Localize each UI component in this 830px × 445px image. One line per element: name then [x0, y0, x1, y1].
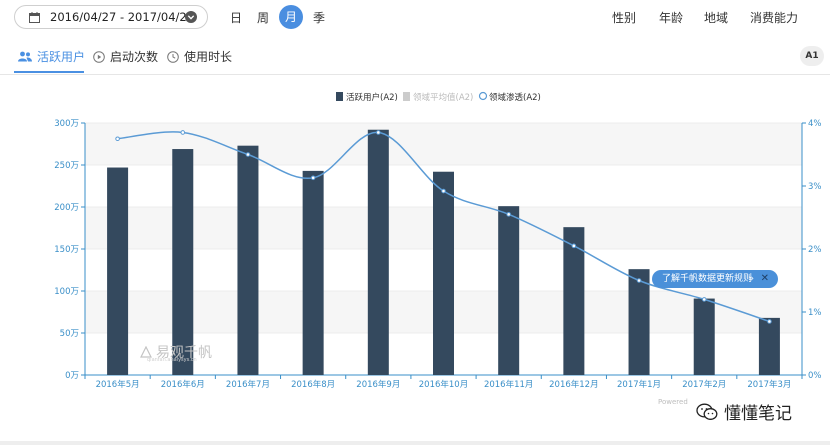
- bar-series: [107, 129, 780, 375]
- x-axis-labels: 2016年5月 2016年6月 2016年7月 2016年8月 2016年9月 2016年…: [96, 379, 792, 390]
- penetration-point-2017年2月: [701, 297, 707, 302]
- brand-watermark: 懂懂笔记: [696, 399, 792, 424]
- legend-swatch-domain-average: [403, 92, 410, 101]
- tooltip-expand-icon[interactable]: »: [748, 270, 754, 288]
- y-right-tick-label: 3%: [808, 182, 822, 192]
- penetration-point-2016年12月: [571, 243, 577, 249]
- wechat-icon: [696, 403, 718, 421]
- x-tick-label: 2016年9月: [356, 379, 400, 390]
- y-left-tick-label: 300万: [54, 119, 79, 129]
- x-tick-label: 2016年12月: [549, 379, 598, 390]
- y-left-tick-label: 50万: [60, 329, 79, 339]
- y-left-tick-label: 200万: [54, 203, 79, 213]
- legend-swatch-domain-penetration: [478, 91, 488, 101]
- watermark-url: qianfan.analysys.cn: [147, 357, 197, 363]
- y-left-tick-label: 0万: [65, 371, 79, 381]
- penetration-point-2016年9月: [376, 130, 381, 135]
- x-tick-label: 2016年10月: [419, 379, 468, 390]
- y-left-tick-label: 250万: [54, 161, 79, 171]
- penetration-point-2016年6月: [180, 130, 186, 135]
- tooltip-close-icon[interactable]: ✕: [761, 270, 769, 288]
- x-tick-label: 2016年11月: [484, 379, 533, 390]
- x-tick-label: 2017年2月: [682, 379, 726, 390]
- legend-label-domain-penetration: 领域渗透(A2): [489, 92, 541, 103]
- legend-swatch-active-users: [336, 92, 343, 101]
- bar-2016年10月: [433, 171, 454, 375]
- x-tick-label: 2016年6月: [161, 379, 205, 390]
- bar-2016年7月: [237, 145, 259, 375]
- x-tick-label: 2017年3月: [747, 379, 791, 390]
- bar-2017年2月: [693, 298, 715, 375]
- penetration-point-2016年10月: [441, 188, 446, 194]
- bar-2016年5月: [107, 167, 129, 375]
- penetration-point-2016年8月: [310, 175, 316, 181]
- bar-2016年9月: [367, 129, 389, 375]
- x-tick-label: 2017年1月: [617, 379, 661, 390]
- penetration-point-2016年11月: [506, 212, 511, 217]
- legend-label-domain-average: 领域平均值(A2): [413, 92, 473, 103]
- y-left-tick-label: 100万: [54, 287, 79, 297]
- y-right-tick-label: 0%: [808, 371, 822, 381]
- legend-label-active-users: 活跃用户(A2): [346, 92, 398, 103]
- x-tick-label: 2016年7月: [226, 379, 270, 390]
- bar-2017年3月: [758, 317, 780, 375]
- tooltip-text: 了解千帆数据更新规则: [662, 274, 753, 284]
- y-right-tick-label: 4%: [808, 119, 822, 129]
- bar-2016年11月: [498, 206, 520, 375]
- penetration-point-2017年3月: [767, 319, 772, 324]
- y-left-tick-label: 150万: [54, 245, 79, 255]
- y-right-tick-label: 1%: [808, 308, 822, 318]
- bottom-divider: [0, 441, 830, 445]
- penetration-point-2017年1月: [636, 278, 642, 283]
- x-tick-label: 2016年5月: [96, 379, 140, 390]
- bar-2017年1月: [628, 269, 650, 375]
- penetration-point-2016年7月: [245, 152, 251, 157]
- chart-legend: 活跃用户(A2) 领域平均值(A2) 领域渗透(A2): [336, 91, 541, 103]
- active-users-chart: 活跃用户(A2) 领域平均值(A2) 领域渗透(A2) 2016年5月 2016年6月…: [54, 91, 822, 390]
- bar-2016年8月: [302, 170, 324, 375]
- powered-by-text: Powered: [658, 398, 688, 406]
- brand-text: 懂懂笔记: [724, 404, 792, 424]
- data-update-rules-tooltip[interactable]: 了解千帆数据更新规则 » ✕: [652, 270, 778, 288]
- x-tick-label: 2016年8月: [291, 379, 335, 390]
- y-right-tick-label: 2%: [808, 245, 822, 255]
- penetration-point-2016年5月: [115, 136, 120, 142]
